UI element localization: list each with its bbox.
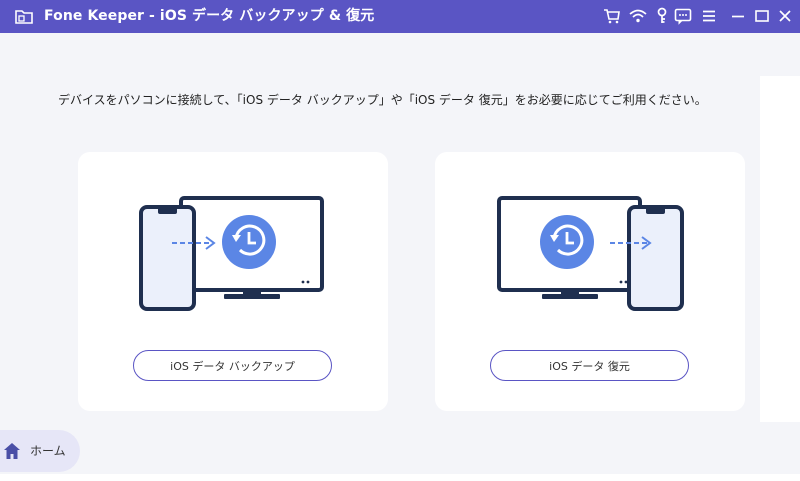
menu-icon[interactable]: [699, 6, 719, 26]
minimize-icon[interactable]: [728, 6, 748, 26]
title-bar: Fone Keeper - iOS データ バックアップ & 復元: [0, 0, 800, 33]
home-nav-item[interactable]: ホーム: [0, 430, 80, 472]
phone-icon: [627, 205, 684, 311]
app-title: Fone Keeper - iOS データ バックアップ & 復元: [44, 8, 375, 24]
wifi-icon[interactable]: [628, 6, 648, 26]
home-icon: [4, 443, 20, 459]
right-panel: [760, 76, 800, 422]
restore-card[interactable]: iOS データ 復元: [435, 152, 745, 411]
restore-circle-icon: [222, 215, 276, 269]
cart-icon[interactable]: [602, 6, 622, 26]
close-icon[interactable]: [775, 6, 795, 26]
key-icon[interactable]: [652, 6, 672, 26]
backup-illustration: [139, 196, 324, 311]
restore-circle-icon: [540, 215, 594, 269]
restore-illustration: [497, 196, 684, 311]
ios-restore-button[interactable]: iOS データ 復元: [490, 350, 689, 381]
home-label: ホーム: [30, 444, 66, 458]
status-strip: [0, 474, 800, 481]
ios-backup-button[interactable]: iOS データ バックアップ: [133, 350, 332, 381]
phone-icon: [139, 205, 196, 311]
instruction-text: デバイスをパソコンに接続して、「iOS データ バックアップ」や「iOS データ…: [58, 93, 707, 107]
backup-card[interactable]: iOS データ バックアップ: [78, 152, 388, 411]
maximize-icon[interactable]: [752, 6, 772, 26]
chat-icon[interactable]: [673, 6, 693, 26]
app-logo-icon: [15, 10, 33, 24]
